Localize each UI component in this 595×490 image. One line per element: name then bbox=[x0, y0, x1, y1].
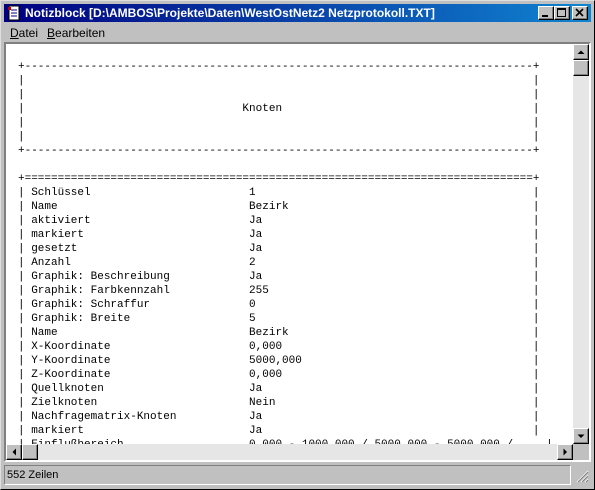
notepad-icon[interactable] bbox=[6, 5, 22, 21]
window-title: Notizblock [D:\AMBOS\Projekte\Daten\West… bbox=[25, 6, 435, 20]
horizontal-scroll-thumb[interactable] bbox=[22, 444, 38, 460]
scroll-down-button[interactable] bbox=[573, 428, 589, 444]
vertical-scroll-thumb[interactable] bbox=[573, 60, 589, 76]
scrollbar-corner bbox=[573, 444, 589, 460]
arrow-left-icon bbox=[12, 448, 16, 456]
menu-bearbeiten-label: earbeiten bbox=[55, 26, 106, 40]
document-text[interactable]: +---------------------------------------… bbox=[18, 60, 553, 444]
maximize-icon bbox=[557, 8, 566, 17]
title-bar[interactable]: Notizblock [D:\AMBOS\Projekte\Daten\West… bbox=[4, 4, 591, 22]
editor-frame: +---------------------------------------… bbox=[4, 42, 591, 462]
maximize-button[interactable] bbox=[554, 6, 570, 20]
menu-bearbeiten-accel: B bbox=[47, 26, 56, 40]
menu-datei[interactable]: Datei bbox=[10, 24, 38, 42]
size-grip-icon[interactable] bbox=[575, 469, 589, 483]
arrow-up-icon bbox=[577, 50, 585, 54]
close-button[interactable] bbox=[572, 6, 588, 20]
scroll-up-button[interactable] bbox=[573, 44, 589, 60]
text-editor[interactable]: +---------------------------------------… bbox=[6, 44, 573, 444]
status-bar: 552 Zeilen bbox=[4, 465, 591, 485]
arrow-right-icon bbox=[563, 448, 567, 456]
vertical-scrollbar[interactable] bbox=[573, 44, 589, 444]
minimize-icon bbox=[542, 15, 548, 17]
menu-bearbeiten[interactable]: Bearbeiten bbox=[47, 24, 105, 42]
scroll-right-button[interactable] bbox=[557, 444, 573, 460]
menu-bar: Datei Bearbeiten bbox=[4, 24, 591, 42]
minimize-button[interactable] bbox=[538, 6, 554, 20]
scroll-left-button[interactable] bbox=[6, 444, 22, 460]
horizontal-scrollbar[interactable] bbox=[6, 444, 573, 460]
menu-datei-label: atei bbox=[18, 26, 39, 40]
status-line-count: 552 Zeilen bbox=[4, 465, 571, 485]
arrow-down-icon bbox=[577, 434, 585, 438]
close-icon bbox=[575, 8, 584, 17]
notepad-window: Notizblock [D:\AMBOS\Projekte\Daten\West… bbox=[0, 0, 595, 490]
menu-datei-accel: D bbox=[10, 26, 19, 40]
